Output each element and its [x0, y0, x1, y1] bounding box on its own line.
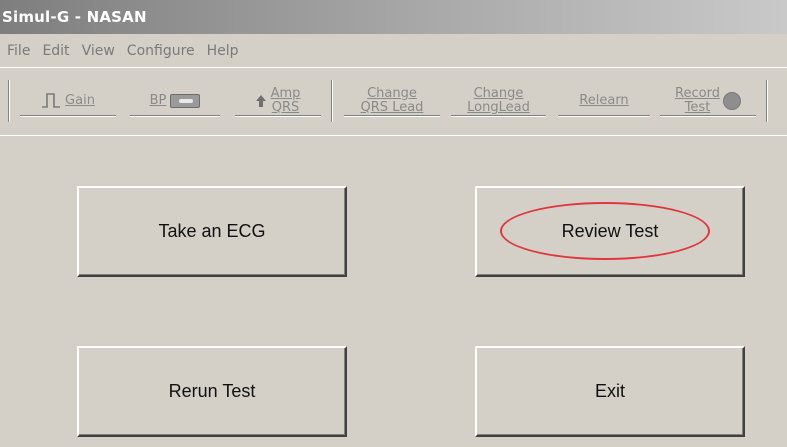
review-test-label: Review Test [561, 221, 659, 241]
gain-label: Gain [65, 93, 95, 108]
up-arrow-icon [255, 95, 266, 107]
record-test-button[interactable]: Record Test [660, 82, 756, 120]
window-title-bar[interactable]: Simul-G - NASAN [0, 0, 787, 34]
exit-button[interactable]: Exit [475, 346, 745, 437]
toolbar-separator [8, 80, 10, 122]
toolbar-separator [331, 80, 333, 122]
record-test-line2: Test [684, 100, 711, 115]
menu-help[interactable]: Help [202, 43, 246, 59]
change-qrs-lead-line1: Change [367, 86, 417, 101]
menu-configure[interactable]: Configure [122, 43, 202, 59]
change-long-lead-line1: Change [473, 86, 524, 101]
record-dot-icon [722, 92, 741, 110]
exit-label: Exit [594, 381, 625, 401]
rerun-test-button[interactable]: Rerun Test [77, 346, 347, 437]
toolbar-separator [766, 80, 768, 122]
toolbar: Gain BP Amp QRS Change QRS Lead Change L… [0, 67, 787, 136]
relearn-label: Relearn [579, 93, 629, 108]
take-ecg-button[interactable]: Take an ECG [77, 186, 347, 277]
change-long-lead-line2: LongLead [467, 100, 530, 115]
rerun-test-label: Rerun Test [168, 381, 256, 401]
bp-button[interactable]: BP [130, 82, 220, 120]
bp-label: BP [149, 93, 167, 108]
relearn-button[interactable]: Relearn [558, 82, 650, 120]
record-test-line1: Record [675, 86, 720, 101]
window-title: Simul-G - NASAN [2, 8, 147, 26]
amp-qrs-line1: Amp [270, 86, 301, 101]
change-qrs-lead-line2: QRS Lead [360, 100, 424, 115]
amp-qrs-line2: QRS [271, 100, 300, 115]
take-ecg-label: Take an ECG [158, 221, 266, 241]
menu-edit[interactable]: Edit [37, 43, 76, 59]
menu-file[interactable]: File [2, 43, 37, 59]
gain-button[interactable]: Gain [20, 82, 116, 120]
menu-bar: File Edit View Configure Help [0, 34, 787, 67]
review-test-button[interactable]: Review Test [475, 186, 745, 277]
amp-qrs-button[interactable]: Amp QRS [235, 82, 321, 120]
change-qrs-lead-button[interactable]: Change QRS Lead [344, 82, 440, 120]
change-long-lead-button[interactable]: Change LongLead [451, 82, 546, 120]
pulse-wave-icon [42, 93, 61, 108]
bp-cuff-icon [170, 94, 201, 108]
menu-view[interactable]: View [77, 43, 122, 59]
